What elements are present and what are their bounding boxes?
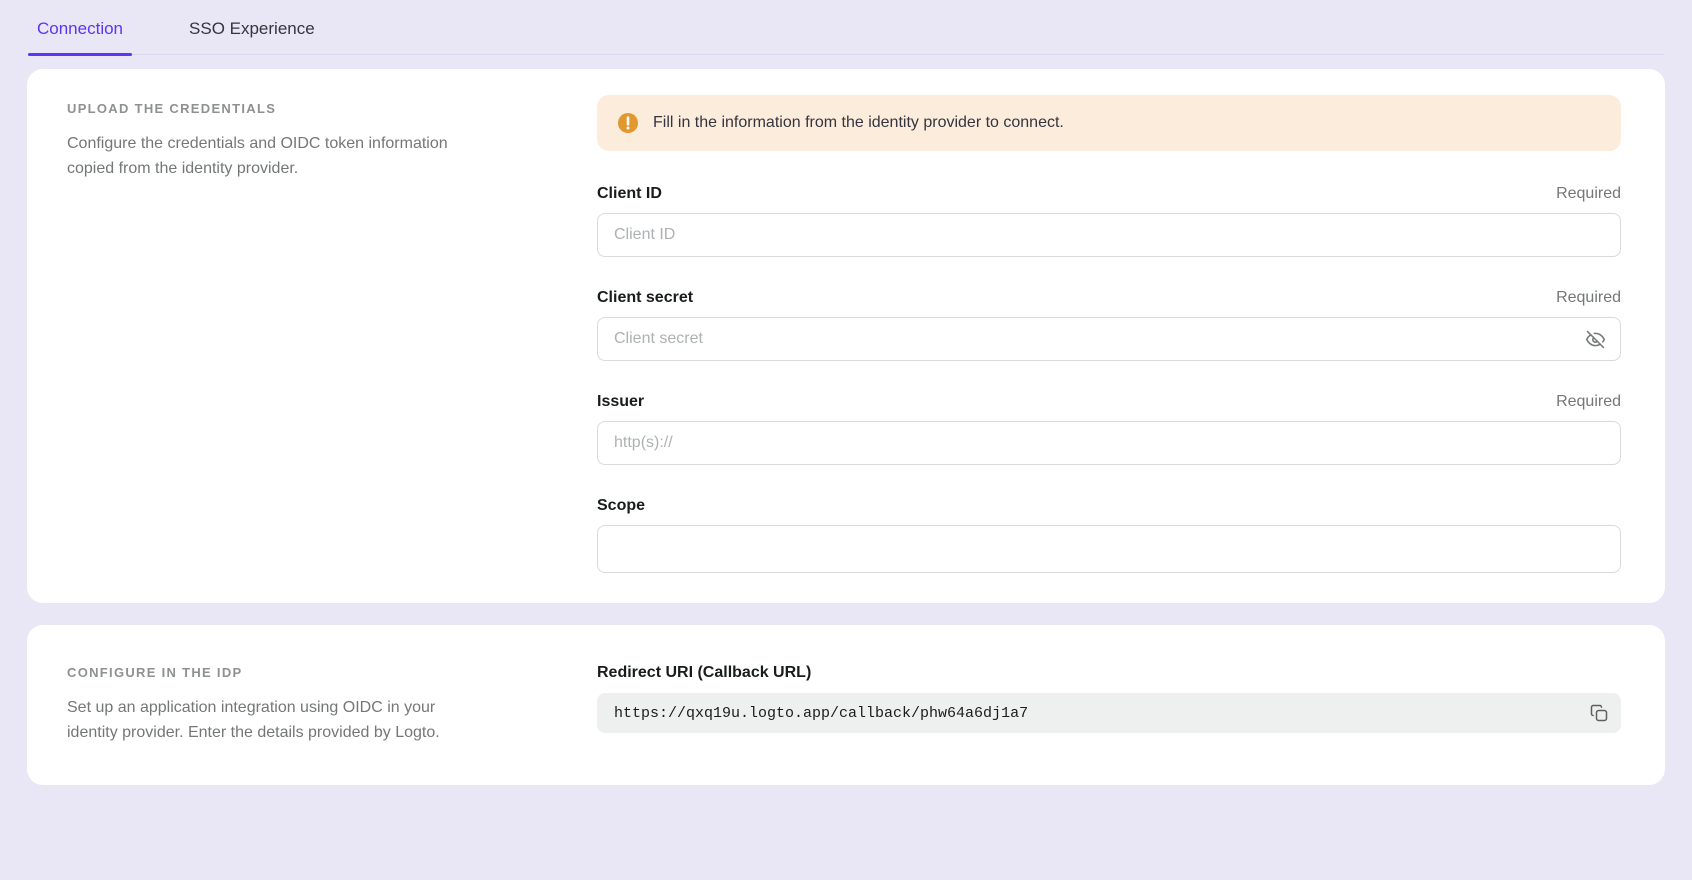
issuer-label: Issuer xyxy=(597,393,644,411)
alert-banner: Fill in the information from the identit… xyxy=(597,95,1621,151)
idp-card: CONFIGURE IN THE IDP Set up an applicati… xyxy=(27,625,1665,785)
section-description: Set up an application integration using … xyxy=(67,695,469,745)
tab-connection[interactable]: Connection xyxy=(28,19,132,54)
issuer-required-badge: Required xyxy=(1556,393,1621,411)
tab-bar: Connection SSO Experience xyxy=(28,0,1664,55)
copy-icon xyxy=(1589,703,1609,723)
credentials-form: Fill in the information from the identit… xyxy=(597,95,1621,573)
client-id-input[interactable] xyxy=(597,213,1621,257)
idp-card-description-column: CONFIGURE IN THE IDP Set up an applicati… xyxy=(67,659,597,745)
redirect-uri-label: Redirect URI (Callback URL) xyxy=(597,664,1621,682)
alert-circle-icon xyxy=(617,112,639,134)
client-secret-input[interactable] xyxy=(597,317,1621,361)
redirect-uri-box: https://qxq19u.logto.app/callback/phw64a… xyxy=(597,693,1621,733)
field-client-id: Client ID Required xyxy=(597,185,1621,257)
credentials-card: UPLOAD THE CREDENTIALS Configure the cre… xyxy=(27,69,1665,603)
eye-off-icon xyxy=(1585,329,1606,350)
issuer-input[interactable] xyxy=(597,421,1621,465)
idp-form: Redirect URI (Callback URL) https://qxq1… xyxy=(597,659,1621,733)
redirect-uri-value: https://qxq19u.logto.app/callback/phw64a… xyxy=(614,705,1581,722)
tab-sso-experience[interactable]: SSO Experience xyxy=(180,19,324,54)
section-description: Configure the credentials and OIDC token… xyxy=(67,131,469,181)
client-id-required-badge: Required xyxy=(1556,185,1621,203)
alert-text: Fill in the information from the identit… xyxy=(653,114,1064,132)
client-secret-required-badge: Required xyxy=(1556,289,1621,307)
client-id-label: Client ID xyxy=(597,185,662,203)
scope-label: Scope xyxy=(597,497,645,515)
client-secret-label: Client secret xyxy=(597,289,693,307)
field-client-secret: Client secret Required xyxy=(597,289,1621,361)
toggle-secret-visibility-button[interactable] xyxy=(1577,321,1613,357)
field-scope: Scope xyxy=(597,497,1621,573)
section-title: CONFIGURE IN THE IDP xyxy=(67,665,477,680)
field-issuer: Issuer Required xyxy=(597,393,1621,465)
scope-input[interactable] xyxy=(597,525,1621,573)
credentials-card-description-column: UPLOAD THE CREDENTIALS Configure the cre… xyxy=(67,95,597,181)
section-title: UPLOAD THE CREDENTIALS xyxy=(67,101,477,116)
copy-button[interactable] xyxy=(1581,695,1617,731)
